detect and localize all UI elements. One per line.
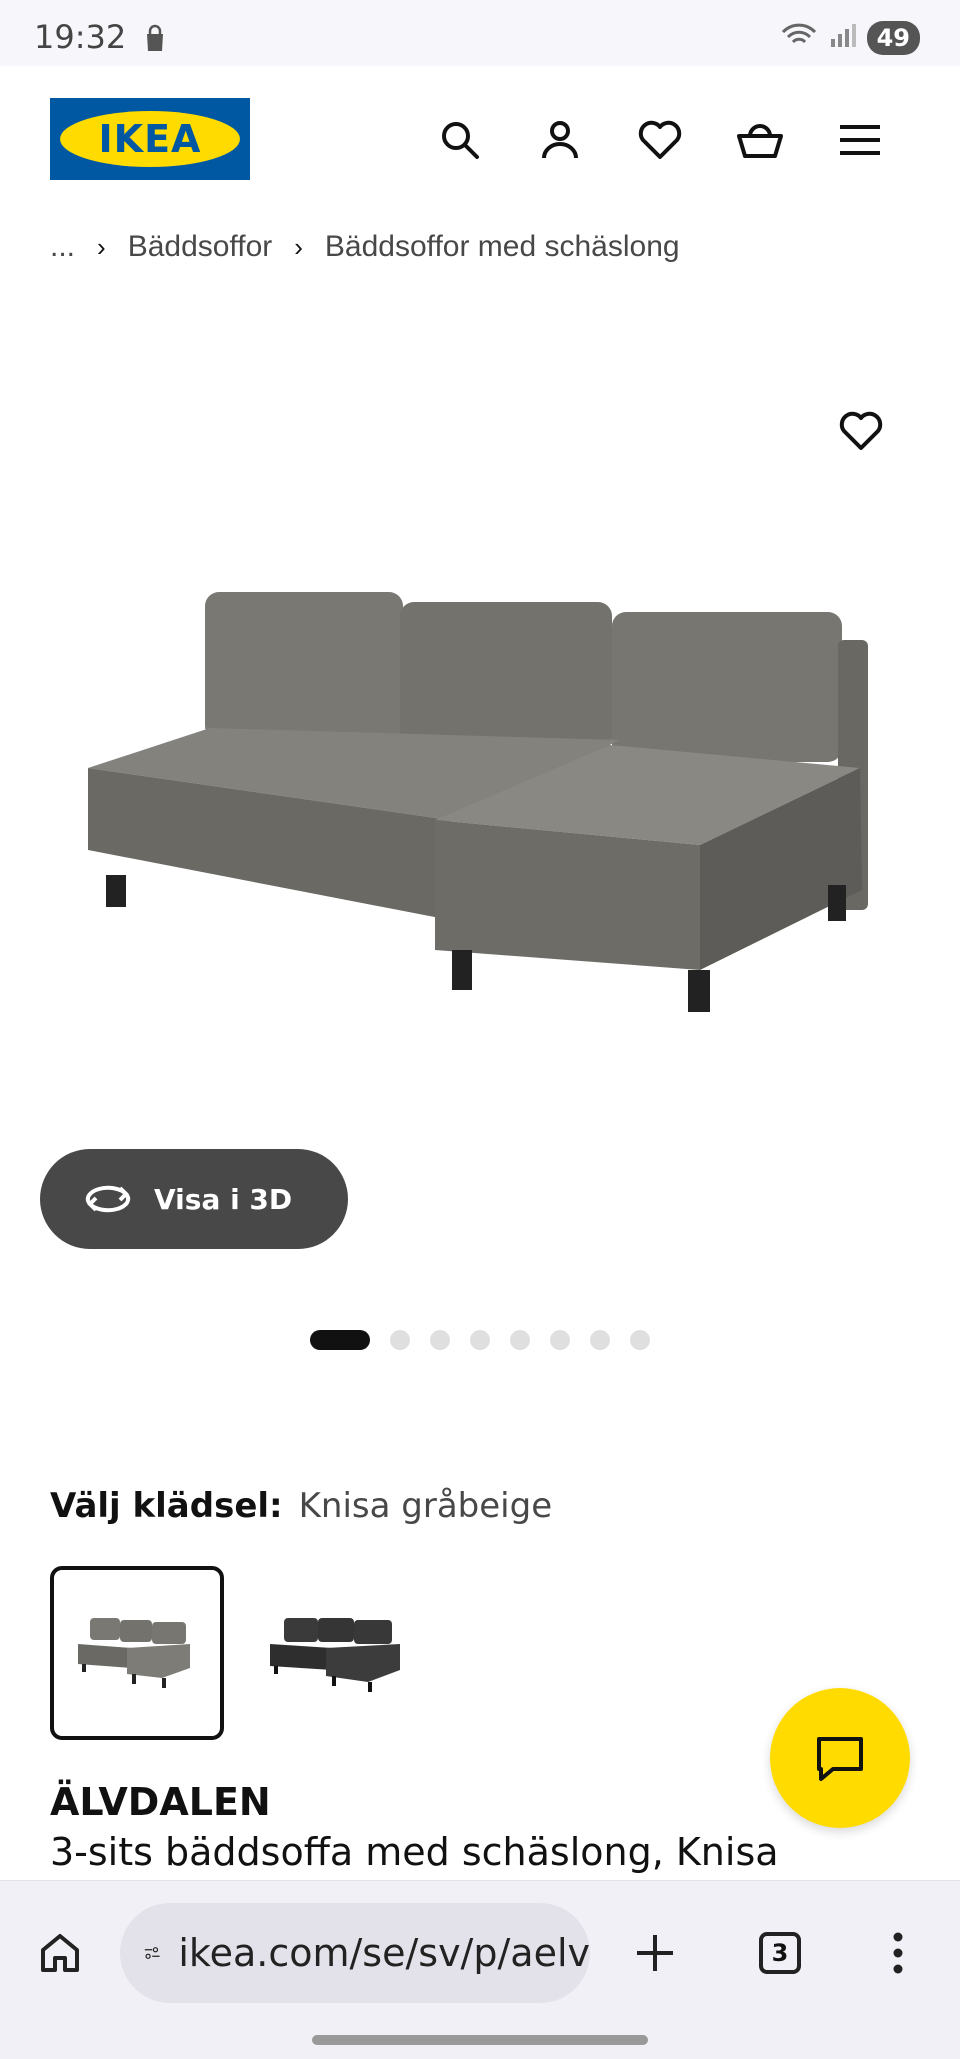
carousel-dot[interactable]: [390, 1330, 410, 1350]
tab-switcher-button[interactable]: 3: [750, 1923, 810, 1983]
site-header: IKEA: [0, 66, 960, 216]
account-icon[interactable]: [530, 110, 590, 170]
add-to-favorites-button[interactable]: [828, 398, 894, 464]
more-options-icon[interactable]: [868, 1923, 928, 1983]
carousel-dot[interactable]: [510, 1330, 530, 1350]
url-text: ikea.com/se/sv/p/aelv: [178, 1931, 590, 1975]
cover-label: Välj klädsel:: [50, 1486, 283, 1526]
breadcrumb-item[interactable]: Bäddsoffor: [128, 230, 273, 264]
carousel-dot[interactable]: [590, 1330, 610, 1350]
cover-swatch-gray-beige[interactable]: [50, 1566, 224, 1740]
cover-swatch-dark-gray[interactable]: [252, 1566, 426, 1740]
wifi-icon: [779, 20, 819, 55]
carousel-dot[interactable]: [430, 1330, 450, 1350]
carousel-dot[interactable]: [550, 1330, 570, 1350]
view-3d-label: Visa i 3D: [154, 1182, 293, 1216]
status-indicators: 49: [779, 20, 920, 55]
product-description: 3-sits bäddsoffa med schäslong, Knisa: [50, 1830, 779, 1874]
site-settings-icon[interactable]: [144, 1935, 160, 1971]
logo-text: IKEA: [98, 117, 202, 161]
status-time: 19:32: [34, 18, 127, 56]
breadcrumb: ... › Bäddsoffor › Bäddsoffor med schäsl…: [50, 230, 680, 264]
carousel-dot[interactable]: [470, 1330, 490, 1350]
url-bar[interactable]: ikea.com/se/sv/p/aelv: [120, 1903, 590, 2003]
cart-icon[interactable]: [730, 110, 790, 170]
carousel-dots: [310, 1330, 650, 1350]
ikea-logo[interactable]: IKEA: [50, 98, 250, 180]
carousel-dot[interactable]: [310, 1330, 370, 1350]
menu-icon[interactable]: [830, 110, 890, 170]
heart-icon[interactable]: [630, 110, 690, 170]
browser-toolbar: ikea.com/se/sv/p/aelv 3: [0, 1880, 960, 2059]
search-icon[interactable]: [430, 110, 490, 170]
carousel-dot[interactable]: [630, 1330, 650, 1350]
chevron-right-icon: ›: [97, 231, 106, 262]
home-icon[interactable]: [30, 1923, 90, 1983]
battery-badge: 49: [866, 20, 920, 55]
signal-icon: [829, 21, 857, 54]
product-image[interactable]: [0, 330, 960, 1270]
logo-oval: IKEA: [60, 111, 240, 167]
view-3d-button[interactable]: Visa i 3D: [40, 1149, 348, 1249]
cover-selection-line: Välj klädsel: Knisa gråbeige: [50, 1486, 552, 1526]
rotate-icon: [85, 1185, 131, 1213]
product-name: ÄLVDALEN: [50, 1780, 271, 1824]
chat-icon: [817, 1737, 863, 1781]
breadcrumb-ellipsis[interactable]: ...: [50, 230, 75, 264]
status-bar: 19:32 49: [0, 0, 960, 66]
shopping-bag-icon: [140, 24, 170, 59]
gesture-bar: [312, 2035, 648, 2045]
breadcrumb-item[interactable]: Bäddsoffor med schäslong: [325, 230, 680, 264]
new-tab-icon[interactable]: [625, 1923, 685, 1983]
cover-value: Knisa gråbeige: [298, 1486, 553, 1526]
chevron-right-icon: ›: [294, 231, 303, 262]
chat-button[interactable]: [770, 1688, 910, 1828]
tab-count: 3: [759, 1932, 801, 1974]
